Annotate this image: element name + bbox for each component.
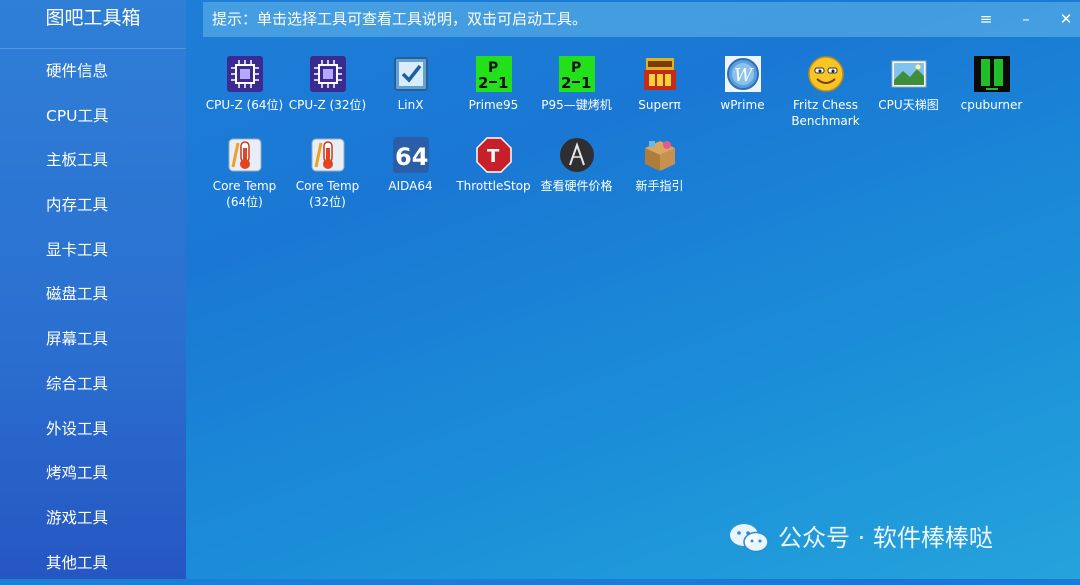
topbar: 提示：单击选择工具可查看工具说明，双击可启动工具。 ≡ – ✕ bbox=[203, 2, 1080, 37]
tool-cpu-ladder[interactable]: CPU天梯图 bbox=[867, 52, 950, 113]
tool-fritz-chess[interactable]: Fritz Chess Benchmark bbox=[784, 52, 867, 129]
stop-sign-icon: T bbox=[475, 137, 512, 173]
stop-sign-icon-text: T bbox=[487, 146, 500, 167]
svg-text:P: P bbox=[571, 60, 581, 76]
tool-label: CPU-Z (32位) bbox=[288, 98, 367, 112]
thermometer-icon bbox=[310, 137, 346, 173]
tool-label: P95—键烤机 bbox=[541, 98, 612, 112]
prime95-icon: P21 bbox=[558, 56, 595, 92]
landscape-icon bbox=[891, 56, 927, 92]
svg-text:P: P bbox=[488, 60, 498, 76]
wprime-icon: W bbox=[724, 56, 761, 92]
sidebar-item-memory-tools[interactable]: 内存工具 bbox=[0, 183, 186, 228]
svg-text:1: 1 bbox=[498, 74, 508, 92]
menu-button[interactable]: ≡ bbox=[968, 2, 1004, 37]
tool-label: wPrime bbox=[720, 98, 765, 112]
close-button[interactable]: ✕ bbox=[1048, 2, 1080, 37]
tool-superpi[interactable]: Superπ bbox=[618, 52, 701, 113]
tool-aida64[interactable]: 64 AIDA64 bbox=[369, 133, 452, 194]
sidebar-item-integrated-tools[interactable]: 综合工具 bbox=[0, 362, 186, 407]
smiley-icon bbox=[807, 56, 844, 92]
svg-text:W: W bbox=[734, 65, 754, 86]
tool-cpuburner[interactable]: cpuburner bbox=[950, 52, 1033, 113]
watermark-text: 公众号 · 软件棒棒哒 bbox=[778, 524, 993, 552]
tool-hardware-price[interactable]: 查看硬件价格 bbox=[535, 133, 618, 194]
minimize-button[interactable]: – bbox=[1008, 2, 1044, 37]
tool-label: 新手指引 bbox=[635, 179, 684, 193]
wechat-icon bbox=[730, 524, 769, 553]
superpi-icon bbox=[642, 56, 678, 92]
tool-label: ThrottleStop bbox=[456, 179, 531, 193]
tool-prime95[interactable]: P21 Prime95 bbox=[452, 52, 535, 113]
sidebar-item-other-tools[interactable]: 其他工具 bbox=[0, 541, 186, 585]
sidebar-item-game-tools[interactable]: 游戏工具 bbox=[0, 496, 186, 541]
watermark: 公众号 · 软件棒棒哒 bbox=[728, 518, 993, 558]
tool-label: Core Temp (32位) bbox=[295, 179, 360, 209]
tool-beginner-guide[interactable]: 新手指引 bbox=[618, 133, 701, 194]
tool-p95-oneclick[interactable]: P21 P95—键烤机 bbox=[535, 52, 618, 113]
sidebar-item-gpu-tools[interactable]: 显卡工具 bbox=[0, 228, 186, 273]
tool-label: LinX bbox=[397, 98, 424, 112]
cpuburner-icon bbox=[973, 56, 1010, 92]
tool-cpuz-64[interactable]: CPU-Z (64位) bbox=[203, 52, 286, 113]
tool-label: Fritz Chess Benchmark bbox=[791, 98, 860, 128]
checkbox-icon bbox=[393, 56, 429, 92]
sidebar-item-screen-tools[interactable]: 屏幕工具 bbox=[0, 317, 186, 362]
tool-coretemp-32[interactable]: Core Temp (32位) bbox=[286, 133, 369, 210]
cpuz-icon bbox=[226, 56, 263, 92]
sidebar-item-hardware-info[interactable]: 硬件信息 bbox=[0, 49, 186, 94]
aida64-icon-text: 64 bbox=[395, 143, 428, 171]
sidebar-item-peripheral-tools[interactable]: 外设工具 bbox=[0, 407, 186, 452]
sidebar-item-cpu-tools[interactable]: CPU工具 bbox=[0, 94, 186, 139]
thermometer-icon bbox=[227, 137, 263, 173]
tool-wprime[interactable]: W wPrime bbox=[701, 52, 784, 113]
svg-text:1: 1 bbox=[581, 74, 591, 92]
sidebar-item-motherboard-tools[interactable]: 主板工具 bbox=[0, 138, 186, 183]
cpuz-icon bbox=[309, 56, 346, 92]
sidebar-item-stress-tools[interactable]: 烤鸡工具 bbox=[0, 451, 186, 496]
tool-coretemp-64[interactable]: Core Temp (64位) bbox=[203, 133, 286, 210]
svg-text:2: 2 bbox=[561, 74, 571, 92]
tool-label: AIDA64 bbox=[388, 179, 433, 193]
hint-text: 提示：单击选择工具可查看工具说明，双击可启动工具。 bbox=[212, 10, 588, 28]
prime95-icon: P21 bbox=[475, 56, 512, 92]
tool-label: Core Temp (64位) bbox=[212, 179, 277, 209]
price-icon bbox=[559, 137, 595, 173]
package-icon bbox=[642, 137, 678, 173]
svg-text:2: 2 bbox=[478, 74, 488, 92]
sidebar: 图吧工具箱 硬件信息 CPU工具 主板工具 内存工具 显卡工具 磁盘工具 屏幕工… bbox=[0, 0, 186, 579]
tool-label: CPU-Z (64位) bbox=[205, 98, 284, 112]
tool-cpuz-32[interactable]: CPU-Z (32位) bbox=[286, 52, 369, 113]
sidebar-nav: 硬件信息 CPU工具 主板工具 内存工具 显卡工具 磁盘工具 屏幕工具 综合工具… bbox=[0, 49, 186, 585]
tool-label: 查看硬件价格 bbox=[540, 179, 613, 193]
tool-label: CPU天梯图 bbox=[878, 98, 939, 112]
tool-linx[interactable]: LinX bbox=[369, 52, 452, 113]
aida64-icon: 64 bbox=[392, 137, 429, 173]
sidebar-item-disk-tools[interactable]: 磁盘工具 bbox=[0, 272, 186, 317]
tool-label: cpuburner bbox=[960, 98, 1023, 112]
tool-label: Superπ bbox=[638, 98, 681, 112]
tool-throttlestop[interactable]: T ThrottleStop bbox=[452, 133, 535, 194]
tool-label: Prime95 bbox=[468, 98, 519, 112]
app-title: 图吧工具箱 bbox=[0, 0, 186, 49]
